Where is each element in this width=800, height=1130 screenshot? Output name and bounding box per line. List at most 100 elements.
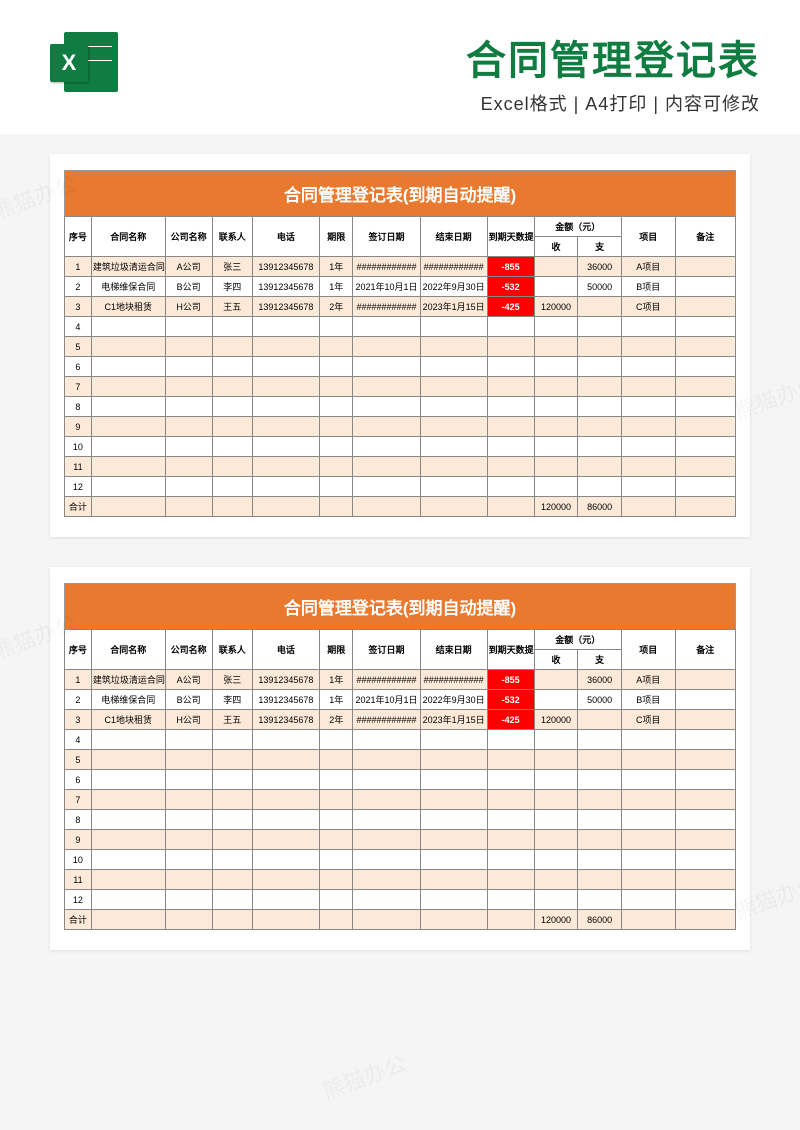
cell-end [420, 770, 487, 790]
cell-income: 120000 [534, 710, 578, 730]
cell-period [319, 437, 353, 457]
cell-contact: 李四 [212, 690, 252, 710]
th-note: 备注 [675, 630, 735, 670]
cell-end [420, 830, 487, 850]
table-title: 合同管理登记表(到期自动提醒) [64, 170, 736, 216]
cell-total-expense: 86000 [578, 910, 622, 930]
cell-phone: 13912345678 [252, 257, 319, 277]
cell-note [675, 457, 735, 477]
table-row: 8 [65, 397, 736, 417]
cell-note [675, 890, 735, 910]
cell-expense [578, 317, 622, 337]
cell-alert: -532 [487, 277, 534, 297]
cell-contact [212, 770, 252, 790]
table-row: 8 [65, 810, 736, 830]
cell-project: C项目 [621, 297, 675, 317]
cell-income [534, 810, 578, 830]
cell-total-label: 合计 [65, 910, 92, 930]
cell-contact: 王五 [212, 710, 252, 730]
table-row: 2 电梯维保合同 B公司 李四 13912345678 1年 2021年10月1… [65, 690, 736, 710]
cell-period [319, 457, 353, 477]
th-company: 公司名称 [165, 217, 212, 257]
cell-seq: 12 [65, 477, 92, 497]
cell-period [319, 790, 353, 810]
cell-expense [578, 710, 622, 730]
table-row: 11 [65, 457, 736, 477]
cell-sign: 2021年10月1日 [353, 277, 420, 297]
cell-alert [487, 457, 534, 477]
cell-seq: 11 [65, 457, 92, 477]
cell-contact: 李四 [212, 277, 252, 297]
table-row: 12 [65, 477, 736, 497]
cell-contact: 张三 [212, 257, 252, 277]
cell-alert [487, 417, 534, 437]
cell-contact [212, 457, 252, 477]
cell-project [621, 750, 675, 770]
cell-end [420, 810, 487, 830]
cell-name [91, 850, 165, 870]
cell-name [91, 770, 165, 790]
th-phone: 电话 [252, 630, 319, 670]
cell-total-label: 合计 [65, 497, 92, 517]
table-title: 合同管理登记表(到期自动提醒) [64, 583, 736, 629]
table-row: 10 [65, 437, 736, 457]
th-expense: 支 [578, 237, 622, 257]
cell-note [675, 277, 735, 297]
cell-name [91, 477, 165, 497]
cell-phone [252, 377, 319, 397]
cell-seq: 5 [65, 750, 92, 770]
cell-expense [578, 357, 622, 377]
cell-project [621, 870, 675, 890]
cell-alert [487, 377, 534, 397]
subtitle: Excel格式 | A4打印 | 内容可修改 [132, 90, 760, 116]
cell-alert [487, 870, 534, 890]
table-row: 9 [65, 830, 736, 850]
cell-company [165, 417, 212, 437]
cell-sign [353, 870, 420, 890]
cell-seq: 10 [65, 850, 92, 870]
cell-phone: 13912345678 [252, 670, 319, 690]
th-seq: 序号 [65, 217, 92, 257]
pages-container: 合同管理登记表(到期自动提醒) 序号 合同名称 公司名称 联系人 电话 期限 签… [0, 134, 800, 1000]
cell-contact [212, 730, 252, 750]
th-income: 收 [534, 650, 578, 670]
cell-expense [578, 337, 622, 357]
cell-seq: 1 [65, 670, 92, 690]
cell-seq: 2 [65, 690, 92, 710]
cell-project [621, 377, 675, 397]
contract-table: 序号 合同名称 公司名称 联系人 电话 期限 签订日期 结束日期 到期天数提醒 … [64, 216, 736, 517]
cell-alert [487, 770, 534, 790]
cell-end [420, 750, 487, 770]
cell-project [621, 457, 675, 477]
th-amount: 金额（元） [534, 217, 621, 237]
cell-project [621, 357, 675, 377]
cell-end: 2022年9月30日 [420, 690, 487, 710]
cell-name: 电梯维保合同 [91, 690, 165, 710]
cell-expense: 50000 [578, 690, 622, 710]
cell-income [534, 730, 578, 750]
cell-seq: 9 [65, 417, 92, 437]
cell-sign [353, 337, 420, 357]
cell-alert [487, 830, 534, 850]
cell-sign [353, 810, 420, 830]
cell-note [675, 770, 735, 790]
cell-period: 2年 [319, 297, 353, 317]
cell-phone [252, 357, 319, 377]
cell-period [319, 317, 353, 337]
cell-company: B公司 [165, 277, 212, 297]
cell-project [621, 770, 675, 790]
cell-alert [487, 790, 534, 810]
cell-end [420, 317, 487, 337]
cell-period [319, 730, 353, 750]
cell-name: 建筑垃圾清运合同 [91, 257, 165, 277]
watermark: 熊猫办公 [317, 1046, 411, 1106]
cell-name [91, 417, 165, 437]
cell-sign [353, 730, 420, 750]
cell-name [91, 890, 165, 910]
cell-contact [212, 810, 252, 830]
cell-contact [212, 870, 252, 890]
cell-name [91, 397, 165, 417]
contract-table: 序号 合同名称 公司名称 联系人 电话 期限 签订日期 结束日期 到期天数提醒 … [64, 629, 736, 930]
cell-end: ############ [420, 257, 487, 277]
cell-company [165, 790, 212, 810]
